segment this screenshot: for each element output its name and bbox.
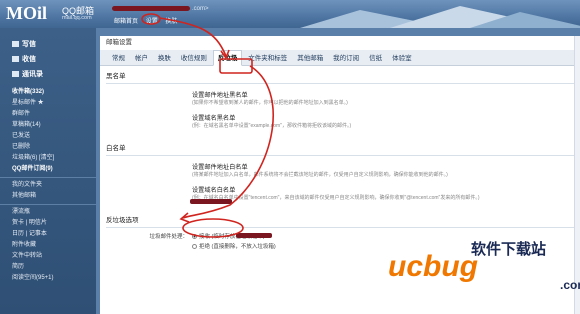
tab-general[interactable]: 常规 <box>108 51 129 67</box>
watermark-suffix: .com <box>560 278 580 292</box>
blacklist-heading: 黑名单 <box>106 70 574 84</box>
app-resume[interactable]: 简历 <box>0 262 96 273</box>
radio-reject-label: 拒绝 (直接删除，不放入垃圾箱) <box>199 244 276 250</box>
folder-sent[interactable]: 已发送 <box>12 131 96 142</box>
user-address: .com> <box>112 6 209 12</box>
top-links: 邮箱首页 设置 换肤 <box>114 16 183 25</box>
inbox-label: 收信 <box>22 56 36 63</box>
tab-subscriptions[interactable]: 我的订阅 <box>329 51 363 67</box>
page-title: 邮箱设置 <box>106 39 132 46</box>
domain-blacklist-desc: (例：在域名黑名单中设置"example.com"，那收件箱将拒收该域的邮件。) <box>192 123 352 129</box>
watermark-text: 软件下载站 <box>471 240 547 258</box>
link-skin[interactable]: 换肤 <box>165 19 177 25</box>
pencil-icon <box>12 41 19 48</box>
tab-skin[interactable]: 换肤 <box>154 51 175 67</box>
folder-group[interactable]: 群邮件 <box>12 109 96 120</box>
filter-label: 垃圾邮件处理： <box>149 234 188 240</box>
watermark: 软件下载站 ucbug .com <box>386 232 580 292</box>
address-whitelist-desc: (将某邮件地址加入白名单，邮件系统将不会拦截该地址的邮件，仅受用户自定义规则影响… <box>192 172 448 178</box>
folder-deleted[interactable]: 已删除 <box>12 142 96 153</box>
radio-reject[interactable] <box>192 244 197 250</box>
contacts-icon <box>12 71 19 78</box>
contacts-button[interactable]: 通讯录 <box>12 68 96 83</box>
inbox-button[interactable]: 收信 <box>12 53 96 68</box>
folder-list: 收件箱(332) 星标邮件 ★ 群邮件 草稿箱(14) 已发送 已删除 垃圾箱(… <box>0 87 96 175</box>
radio-accept[interactable] <box>192 234 197 240</box>
app-attachments[interactable]: 附件收藏 <box>0 240 96 251</box>
sidebar-divider <box>0 177 96 178</box>
sidebar-more: 我的文件夹 其他邮箱 <box>0 180 96 202</box>
compose-label: 写信 <box>22 41 36 48</box>
link-home[interactable]: 邮箱首页 <box>114 19 138 25</box>
tab-other-mail[interactable]: 其他邮箱 <box>293 51 327 67</box>
app-file-transfer[interactable]: 文件中转站 <box>0 251 96 262</box>
domain-whitelist-desc: (例：在域名白名单中设置"tencent.com"，来自该域的邮件仅受用户自定义… <box>192 195 480 201</box>
app-reading[interactable]: 阅读空间(95+1) <box>0 273 96 284</box>
sidebar: 写信 收信 通讯录 收件箱(332) 星标邮件 ★ 群邮件 草稿箱(14) 已发… <box>0 28 96 314</box>
other-mailboxes-link[interactable]: 其他邮箱 <box>0 191 96 202</box>
tab-rules[interactable]: 收信规则 <box>177 51 211 67</box>
tab-antispam[interactable]: 反垃圾 <box>212 50 243 66</box>
sidebar-main-actions: 写信 收信 通讯录 <box>0 28 96 83</box>
whitelist-heading: 白名单 <box>106 142 574 156</box>
header-mountain-art <box>470 12 580 28</box>
folder-starred[interactable]: 星标邮件 ★ <box>12 98 96 109</box>
compose-button[interactable]: 写信 <box>12 38 96 53</box>
settings-tabs: 常规 帐户 换肤 收信规则 反垃圾 文件夹和标签 其他邮箱 我的订阅 信纸 体验… <box>100 50 580 66</box>
folder-drafts[interactable]: 草稿箱(14) <box>12 120 96 131</box>
antispam-body: 黑名单 设置邮件地址黑名单 (如果你不希望收到某人的邮件，你可以把他的邮件地址加… <box>100 70 580 252</box>
app-bottle[interactable]: 漂流瓶 <box>0 207 96 218</box>
app-calendar[interactable]: 日历 | 记事本 <box>0 229 96 240</box>
folder-spam[interactable]: 垃圾箱(6) [清空] <box>12 153 96 164</box>
set-address-whitelist-link[interactable]: 设置邮件地址白名单 <box>192 162 574 171</box>
folder-inbox[interactable]: 收件箱(332) <box>12 87 96 98</box>
contacts-label: 通讯录 <box>22 71 43 78</box>
redacted-strike <box>190 199 232 204</box>
filter-heading: 反垃圾选项 <box>106 214 574 228</box>
tab-stationery[interactable]: 信纸 <box>365 51 386 67</box>
set-address-blacklist-link[interactable]: 设置邮件地址黑名单 <box>192 90 574 99</box>
sidebar-divider <box>0 204 96 205</box>
user-address-suffix: .com> <box>192 6 209 13</box>
top-header: MOil QQ邮箱 mail.qq.com .com> 邮箱首页 设置 换肤 <box>0 0 580 28</box>
sidebar-apps: 漂流瓶 贺卡 | 明信片 日历 | 记事本 附件收藏 文件中转站 简历 阅读空间… <box>0 207 96 284</box>
tab-account[interactable]: 帐户 <box>131 51 152 67</box>
mail-logo[interactable]: MOil <box>6 3 47 24</box>
link-settings[interactable]: 设置 <box>146 19 158 25</box>
redacted-username <box>112 6 190 11</box>
redacted-strike <box>236 233 272 238</box>
set-domain-blacklist-link[interactable]: 设置域名黑名单 <box>192 113 574 122</box>
brand-domain: mail.qq.com <box>62 15 92 21</box>
folder-subscriptions[interactable]: QQ邮件订阅(9) <box>12 164 96 175</box>
my-folders-link[interactable]: 我的文件夹 <box>0 180 96 191</box>
tab-folders[interactable]: 文件夹和标签 <box>244 51 291 67</box>
app-cards[interactable]: 贺卡 | 明信片 <box>0 218 96 229</box>
address-blacklist-desc: (如果你不希望收到某人的邮件，你可以把他的邮件地址加入到黑名单。) <box>192 100 348 106</box>
watermark-logo: ucbug <box>388 250 478 283</box>
envelope-icon <box>12 56 19 63</box>
tab-lab[interactable]: 体验室 <box>388 51 416 67</box>
set-domain-whitelist-link[interactable]: 设置域名白名单 <box>192 185 574 194</box>
